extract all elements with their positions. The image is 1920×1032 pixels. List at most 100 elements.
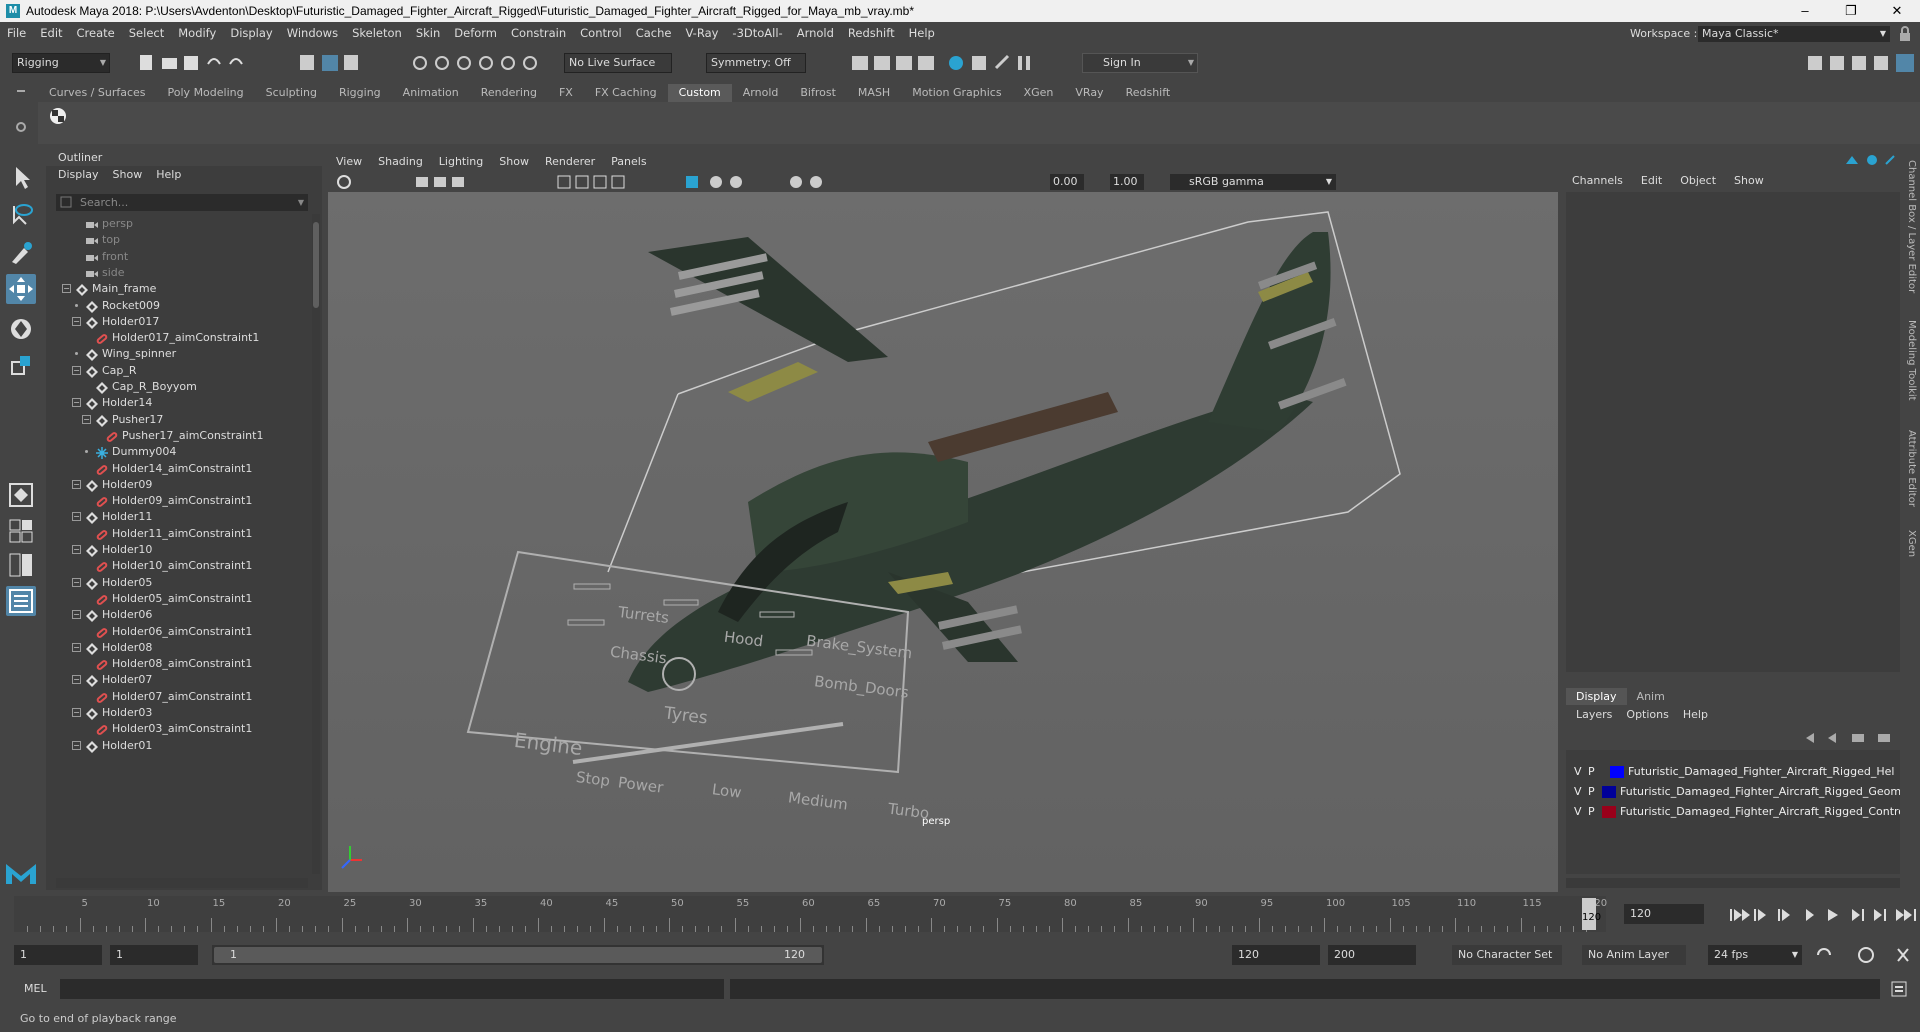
outliner-menu-show[interactable]: Show [113, 166, 143, 184]
expand-icon[interactable] [82, 447, 91, 456]
menu-set-dropdown[interactable]: Rigging ▼ [12, 53, 110, 73]
close-icon[interactable]: ✕ [1874, 0, 1920, 22]
layer-row[interactable]: V P Futuristic_Damaged_Fighter_Aircraft_Ri… [1566, 802, 1900, 822]
menu-skeleton[interactable]: Skeleton [345, 26, 409, 40]
side-tab-channel-box-layer-editor[interactable]: Channel Box / Layer Editor [1906, 160, 1917, 293]
layer-menu-options[interactable]: Options [1626, 708, 1668, 721]
viewport-menu-shading[interactable]: Shading [370, 155, 431, 168]
expand-icon[interactable] [72, 301, 81, 310]
chassis-slider[interactable] [567, 619, 605, 626]
collapse-icon[interactable]: − [82, 414, 91, 424]
channel-box-menu-object[interactable]: Object [1680, 174, 1716, 187]
collapse-icon[interactable]: − [72, 512, 81, 522]
outliner-h-scrollbar[interactable] [56, 878, 308, 888]
menu-file[interactable]: File [0, 26, 33, 40]
animation-start-field[interactable]: 1 [14, 945, 102, 965]
layer-tab-anim[interactable]: Anim [1627, 688, 1675, 705]
menu-control[interactable]: Control [573, 26, 629, 40]
layout-single-icon[interactable] [6, 480, 36, 510]
collapse-icon[interactable]: − [72, 479, 81, 489]
collapse-icon[interactable]: − [72, 545, 81, 554]
collapse-icon[interactable]: − [72, 642, 81, 652]
shelf-tab-arnold[interactable]: Arnold [732, 84, 790, 102]
side-tab-xgen[interactable]: XGen [1906, 530, 1917, 557]
shelf-tab-xgen[interactable]: XGen [1013, 84, 1065, 102]
time-slider[interactable]: 5 10 15 20 25 30 35 40 45 50 55 60 65 70 75 80 85 90 95 100… [14, 896, 1607, 932]
layer-row[interactable]: V P Futuristic_Damaged_Fighter_Aircraft_Ri… [1566, 782, 1900, 802]
sign-in-button[interactable]: Sign In ▼ [1082, 53, 1198, 73]
shelf-tab-animation[interactable]: Animation [392, 84, 470, 102]
collapse-icon[interactable]: − [72, 577, 81, 587]
shelf-tab-redshift[interactable]: Redshift [1115, 84, 1182, 102]
playback-end-field[interactable]: 120 [1232, 945, 1320, 965]
channel-box-menu-show[interactable]: Show [1734, 174, 1764, 187]
paint-select-tool-icon[interactable] [6, 238, 36, 268]
viewport-menu-show[interactable]: Show [491, 155, 537, 168]
minimize-icon[interactable]: – [1782, 0, 1828, 22]
snap-tools-icons[interactable] [410, 52, 560, 74]
channel-box-menu-channels[interactable]: Channels [1572, 174, 1623, 187]
expand-icon[interactable] [72, 349, 81, 358]
collapse-icon[interactable]: − [72, 398, 81, 408]
range-slider-handle[interactable]: 1 120 [214, 947, 822, 963]
menu-create[interactable]: Create [70, 26, 122, 40]
menu-select[interactable]: Select [122, 26, 171, 40]
playback-icons[interactable] [1728, 906, 1918, 924]
menu-3dtoall[interactable]: -3DtoAll- [725, 26, 789, 40]
menu-help[interactable]: Help [902, 26, 942, 40]
collapse-icon[interactable]: − [72, 316, 81, 326]
gamma-field[interactable]: 1.00 [1110, 174, 1144, 190]
panel-toggle-icons[interactable] [1806, 52, 1916, 74]
menu-cache[interactable]: Cache [629, 26, 679, 40]
menu-edit[interactable]: Edit [33, 26, 69, 40]
viewport-scene[interactable]: Turrets Hood Brake_System Chassis Bomb_D… [328, 192, 1558, 892]
viewport-menu-view[interactable]: View [328, 155, 370, 168]
side-tab-modeling-toolkit[interactable]: Modeling Toolkit [1906, 320, 1917, 401]
collapse-icon[interactable]: − [72, 675, 81, 685]
shelf-tab-curves-surfaces[interactable]: Curves / Surfaces [38, 84, 157, 102]
hood-slider[interactable] [663, 599, 699, 606]
layer-h-scrollbar[interactable] [1566, 878, 1900, 888]
shelf-tab-poly-modeling[interactable]: Poly Modeling [157, 84, 255, 102]
side-tab-attribute-editor[interactable]: Attribute Editor [1906, 430, 1917, 507]
character-set-dropdown[interactable]: No Character Set [1452, 945, 1562, 965]
menu-constrain[interactable]: Constrain [504, 26, 573, 40]
shelf-tab-mash[interactable]: MASH [847, 84, 901, 102]
outliner-scroll-thumb[interactable] [313, 222, 319, 308]
shelf-tab-rigging[interactable]: Rigging [328, 84, 392, 102]
symmetry-dropdown[interactable]: Symmetry: Off [706, 53, 806, 73]
menu-display[interactable]: Display [223, 26, 279, 40]
menu-modify[interactable]: Modify [171, 26, 223, 40]
file-tools-icons[interactable] [136, 52, 396, 74]
outliner-layout-icon[interactable] [6, 586, 36, 616]
command-input[interactable] [60, 979, 724, 999]
viewport-tool-icons[interactable] [336, 174, 1136, 190]
outliner-menu-help[interactable]: Help [156, 166, 181, 184]
workspace-dropdown[interactable]: Maya Classic* ▼ [1698, 26, 1890, 42]
viewport-menu-panels[interactable]: Panels [603, 155, 654, 168]
menu-arnold[interactable]: Arnold [790, 26, 841, 40]
render-tools-icons[interactable] [848, 52, 1048, 74]
layer-menu-help[interactable]: Help [1683, 708, 1708, 721]
layer-tool-icons[interactable] [1802, 730, 1898, 746]
outliner-node[interactable]: − Holder01 [72, 736, 152, 756]
shelf-settings-icon[interactable] [14, 120, 28, 134]
lasso-tool-icon[interactable] [6, 200, 36, 230]
viewport-menu-lighting[interactable]: Lighting [431, 155, 491, 168]
engine-slider-track[interactable] [572, 722, 844, 764]
script-editor-icon[interactable] [1890, 980, 1908, 998]
channel-box-menu-edit[interactable]: Edit [1641, 174, 1662, 187]
animation-end-field[interactable]: 200 [1328, 945, 1416, 965]
menu-v-ray[interactable]: V-Ray [678, 26, 725, 40]
range-slider-track[interactable]: 1 120 [212, 945, 824, 965]
fps-dropdown[interactable]: 24 fps ▼ [1708, 945, 1802, 965]
menu-skin[interactable]: Skin [409, 26, 447, 40]
anim-layer-dropdown[interactable]: No Anim Layer [1582, 945, 1686, 965]
live-surface-field[interactable]: No Live Surface [564, 53, 672, 73]
layer-row[interactable]: V P Futuristic_Damaged_Fighter_Aircraft_Ri… [1566, 762, 1900, 782]
shelf-tab-fx-caching[interactable]: FX Caching [584, 84, 668, 102]
menu-windows[interactable]: Windows [280, 26, 345, 40]
command-language-label[interactable]: MEL [24, 982, 47, 995]
turrets-slider[interactable] [573, 583, 611, 590]
rotate-tool-icon[interactable] [6, 314, 36, 344]
